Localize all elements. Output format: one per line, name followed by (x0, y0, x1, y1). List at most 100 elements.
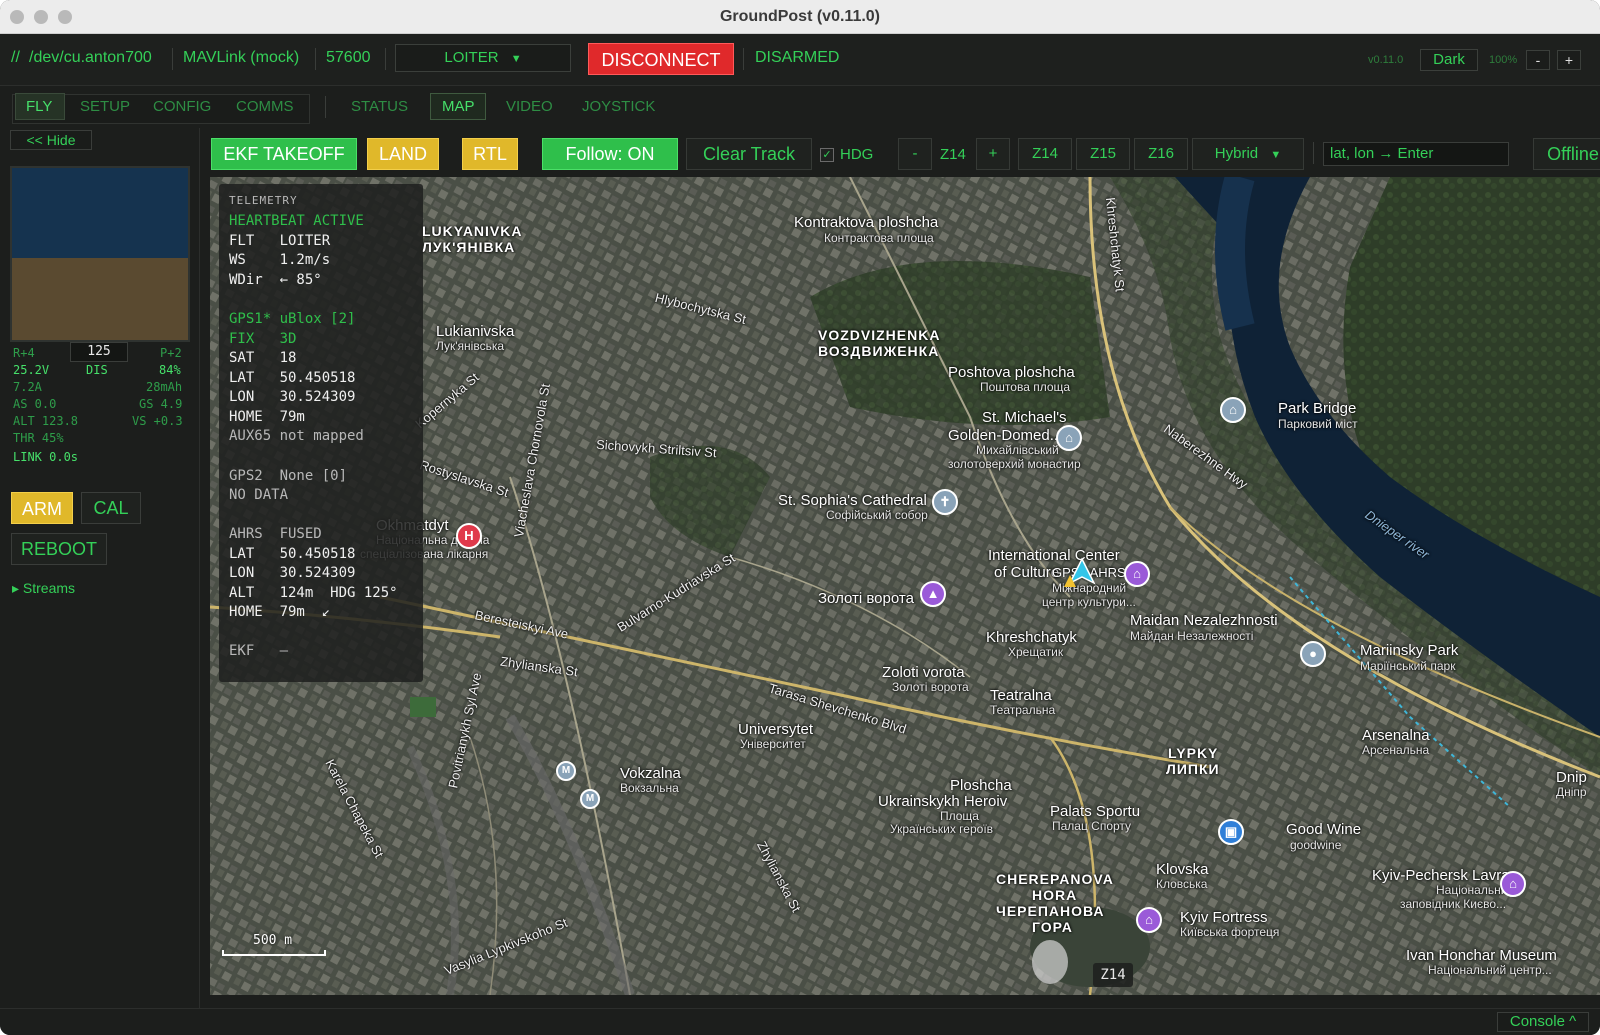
park-pin-icon[interactable]: ● (1300, 641, 1326, 667)
map-zoom-badge: Z14 (1093, 963, 1133, 987)
map-label: Кловська (1156, 877, 1208, 891)
coordinate-input[interactable]: lat, lon → Enter (1323, 142, 1509, 166)
gps2-nodata-row: NO DATA (229, 487, 289, 503)
dis-label: DIS (86, 363, 108, 377)
map-label: Ploshcha (950, 777, 1012, 794)
map-label: Good Wine (1286, 821, 1362, 838)
bottom-bar: Console ^ (0, 1008, 1600, 1035)
map-label: Поштова площа (980, 380, 1071, 394)
map-label: St. Michael's (982, 409, 1067, 426)
follow-toggle-button[interactable]: Follow: ON (542, 138, 678, 170)
monastery-pin-icon[interactable]: ⌂ (1056, 425, 1082, 451)
clear-track-button[interactable]: Clear Track (686, 138, 812, 170)
tab-bar: FLY SETUP CONFIG COMMS STATUS MAP VIDEO … (0, 86, 1600, 128)
metro-pin-icon[interactable]: M (556, 761, 576, 781)
tab-map[interactable]: MAP (442, 98, 475, 115)
map-label: ГОРА (1032, 919, 1073, 935)
map-label: Kyiv Fortress (1180, 909, 1268, 926)
divider (325, 96, 326, 118)
map-label: Poshtova ploshcha (948, 364, 1075, 381)
map-label: Майдан Незалежності (1130, 629, 1254, 643)
adi-ground (12, 258, 188, 340)
baud-rate-label[interactable]: 57600 (326, 49, 371, 67)
hide-panel-button[interactable]: << Hide (10, 130, 92, 150)
tab-video[interactable]: VIDEO (506, 98, 553, 115)
airspeed-readout: AS 0.0 (13, 397, 57, 411)
hospital-pin-icon[interactable]: H (456, 523, 482, 549)
map-scale-bar (222, 950, 326, 956)
title-bar: GroundPost (v0.11.0) (0, 0, 1600, 34)
voltage-readout: 25.2V (13, 363, 50, 377)
flight-mode-row: FLT LOITER (229, 233, 331, 249)
theme-toggle-button[interactable]: Dark (1420, 49, 1478, 71)
map-label: Дніпр (1556, 785, 1587, 799)
map-label: золотоверхий монастир (948, 457, 1081, 471)
map-label: ЛИПКИ (1166, 761, 1220, 777)
tab-fly[interactable]: FLY (26, 98, 52, 115)
ui-zoom-out-button[interactable]: - (1526, 50, 1550, 70)
map-label: Палац Спорту (1052, 819, 1132, 833)
cathedral-pin-icon[interactable]: ✝ (932, 489, 958, 515)
disconnect-button[interactable]: DISCONNECT (588, 43, 734, 75)
rtl-button[interactable]: RTL (462, 138, 518, 170)
protocol-label[interactable]: MAVLink (mock) (183, 49, 299, 67)
gps-fix-row: FIX 3D (229, 331, 297, 347)
tab-config[interactable]: CONFIG (153, 98, 211, 115)
pitch-readout: P+2 (160, 346, 182, 360)
zoom-14-button[interactable]: Z14 (1018, 138, 1072, 170)
ekf-takeoff-button[interactable]: EKF TAKEOFF (211, 138, 357, 170)
flight-mode-select[interactable]: LOITER ▼ (395, 44, 571, 72)
map-label: Klovska (1156, 861, 1209, 878)
map-label: Золоті ворота (818, 590, 914, 607)
map-label: Vokzalna (620, 765, 681, 782)
map-label: Arsenalna (1362, 727, 1430, 744)
map-label: Park Bridge (1278, 400, 1357, 417)
map-label: Lukianivska (436, 323, 515, 340)
hdg-checkbox[interactable]: ✓ (820, 148, 834, 162)
bridge-pin-icon[interactable]: ⌂ (1220, 397, 1246, 423)
tab-comms[interactable]: COMMS (236, 98, 294, 115)
divider (315, 48, 316, 70)
shop-pin-icon[interactable]: ▣ (1218, 819, 1244, 845)
streams-toggle[interactable]: ▸ Streams (12, 580, 75, 597)
offline-button[interactable]: Offline (1533, 138, 1600, 170)
serial-port-label[interactable]: /dev/cu.anton700 (29, 49, 152, 67)
tab-joystick[interactable]: JOYSTICK (582, 98, 655, 115)
map-label: Kontraktova ploshcha (794, 214, 939, 231)
zoom-15-button[interactable]: Z15 (1076, 138, 1130, 170)
tab-setup[interactable]: SETUP (80, 98, 130, 115)
land-button[interactable]: LAND (367, 138, 439, 170)
map-label: Парковий міст (1278, 417, 1358, 431)
landmark-pin-icon[interactable]: ▲ (920, 581, 946, 607)
arm-button[interactable]: ARM (11, 492, 73, 524)
map-label: Площа (940, 809, 979, 823)
map-label: Ukrainskykh Heroiv (878, 793, 1008, 810)
map-label: ЛУК'ЯНІВКА (422, 239, 516, 255)
calibrate-button[interactable]: CAL (81, 492, 141, 524)
version-label: v0.11.0 (1368, 54, 1404, 66)
tab-status[interactable]: STATUS (351, 98, 408, 115)
theater-pin-icon[interactable]: ⌂ (1124, 561, 1150, 587)
map-zoom-in-button[interactable]: + (976, 138, 1010, 170)
map-label: Лук'янівська (436, 339, 505, 353)
window-title: GroundPost (v0.11.0) (719, 8, 881, 25)
ui-zoom-in-button[interactable]: + (1557, 50, 1581, 70)
ekf-row: EKF – (229, 643, 289, 659)
map-label: Teatralna (990, 687, 1052, 704)
map-label: Маріїнський парк (1360, 659, 1456, 673)
map-zoom-out-button[interactable]: - (898, 138, 932, 170)
attitude-indicator (10, 166, 190, 342)
lavra-pin-icon[interactable]: ⌂ (1500, 871, 1526, 897)
app-window: GroundPost (v0.11.0) // /dev/cu.anton700… (0, 0, 1600, 1035)
map-type-value: Hybrid (1214, 145, 1259, 162)
console-toggle-button[interactable]: Console ^ (1497, 1012, 1589, 1032)
fortress-pin-icon[interactable]: ⌂ (1136, 907, 1162, 933)
reboot-button[interactable]: REBOOT (11, 533, 107, 565)
metro-pin-icon[interactable]: M (580, 789, 600, 809)
map-label: Вокзальна (620, 781, 679, 795)
ahrs-row: AHRS FUSED (229, 526, 322, 542)
zoom-16-button[interactable]: Z16 (1134, 138, 1188, 170)
link-readout: LINK 0.0s (13, 450, 79, 464)
map-type-select[interactable]: Hybrid ▼ (1192, 138, 1304, 170)
map-label: goodwine (1290, 838, 1342, 852)
